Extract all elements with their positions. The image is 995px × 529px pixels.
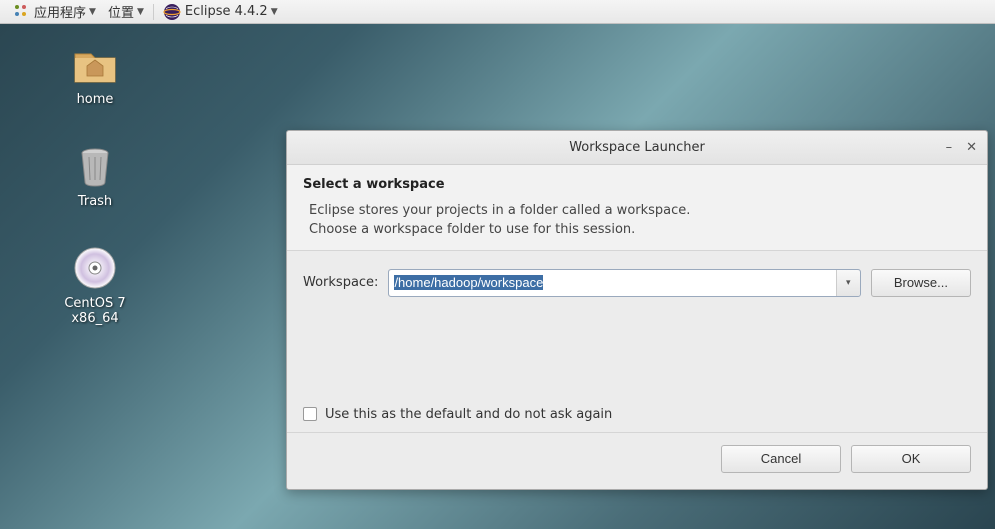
applications-icon (14, 4, 30, 20)
workspace-input[interactable] (389, 270, 835, 296)
desktop-icon-label: CentOS 7 x86_64 (50, 296, 140, 326)
dialog-header: Select a workspace Eclipse stores your p… (287, 165, 987, 251)
active-app-label: Eclipse 4.4.2 (185, 4, 268, 19)
workspace-dropdown-button[interactable]: ▾ (836, 270, 860, 296)
browse-button[interactable]: Browse... (871, 269, 971, 297)
top-menubar: 应用程序 ▼ 位置 ▼ Eclipse 4.4.2 ▼ (0, 0, 995, 24)
desktop-icon-centos[interactable]: CentOS 7 x86_64 (50, 244, 140, 326)
trash-icon (71, 142, 119, 190)
workspace-row: Workspace: ▾ Browse... (303, 269, 971, 297)
desktop-icon-trash[interactable]: Trash (50, 142, 140, 209)
places-menu[interactable]: 位置 ▼ (102, 0, 150, 23)
desktop-icon-label: Trash (78, 194, 112, 209)
dialog-header-line2: Choose a workspace folder to use for thi… (309, 221, 971, 240)
desktop-icon-home[interactable]: home (50, 40, 140, 107)
default-checkbox-row: Use this as the default and do not ask a… (303, 407, 971, 422)
dialog-title: Workspace Launcher (287, 140, 987, 155)
dialog-body: Workspace: ▾ Browse... Use this as the d… (287, 251, 987, 432)
workspace-combo: ▾ (388, 269, 860, 297)
desktop-icon-label: home (77, 92, 114, 107)
close-button[interactable]: ✕ (966, 140, 977, 155)
applications-menu[interactable]: 应用程序 ▼ (8, 0, 102, 23)
dialog-titlebar[interactable]: Workspace Launcher – ✕ (287, 131, 987, 165)
disc-icon (71, 244, 119, 292)
active-app-menu[interactable]: Eclipse 4.4.2 ▼ (157, 0, 284, 23)
dialog-header-title: Select a workspace (303, 177, 971, 192)
places-label: 位置 (108, 2, 134, 21)
ok-button[interactable]: OK (851, 445, 971, 473)
eclipse-icon (163, 3, 181, 21)
titlebar-controls: – ✕ (946, 140, 977, 155)
dialog-footer: Cancel OK (287, 432, 987, 489)
folder-home-icon (71, 40, 119, 88)
default-checkbox[interactable] (303, 407, 317, 421)
menubar-separator (153, 4, 154, 20)
chevron-down-icon: ▾ (846, 278, 851, 288)
applications-label: 应用程序 (34, 2, 86, 21)
minimize-button[interactable]: – (946, 140, 953, 155)
dialog-header-desc: Eclipse stores your projects in a folder… (303, 202, 971, 240)
workspace-launcher-dialog: Workspace Launcher – ✕ Select a workspac… (286, 130, 988, 490)
default-checkbox-label: Use this as the default and do not ask a… (325, 407, 612, 422)
dialog-header-line1: Eclipse stores your projects in a folder… (309, 202, 971, 221)
chevron-down-icon: ▼ (89, 7, 96, 17)
desktop-icons-container: home Trash (50, 40, 140, 326)
cancel-button[interactable]: Cancel (721, 445, 841, 473)
chevron-down-icon: ▼ (271, 7, 278, 17)
workspace-label: Workspace: (303, 275, 378, 290)
chevron-down-icon: ▼ (137, 7, 144, 17)
